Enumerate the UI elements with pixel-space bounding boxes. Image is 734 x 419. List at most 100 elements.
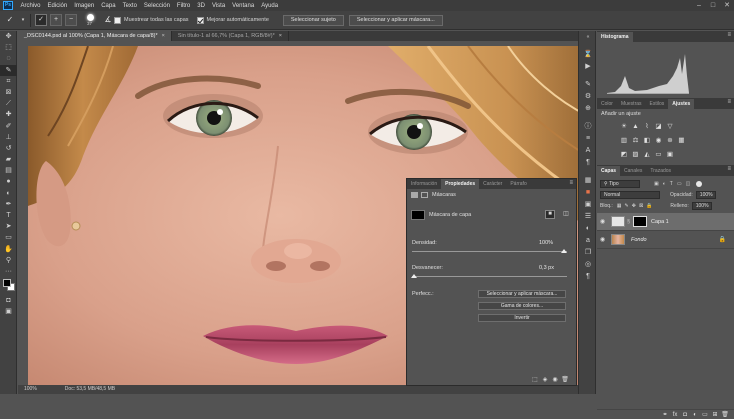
menu-seleccion[interactable]: Selección bbox=[140, 3, 173, 9]
checkbox-box[interactable] bbox=[114, 16, 121, 24]
fill-input[interactable]: 100% bbox=[691, 201, 712, 210]
new-adjustment-icon[interactable]: ◐ bbox=[690, 412, 700, 418]
new-group-icon[interactable]: ▭ bbox=[700, 411, 710, 418]
filter-type-icon[interactable]: T bbox=[670, 181, 673, 187]
checkbox-box-checked[interactable] bbox=[196, 16, 204, 24]
move-tool-icon[interactable]: ✥ bbox=[0, 31, 17, 42]
posterize-icon[interactable]: ▨ bbox=[631, 150, 641, 159]
link-layers-icon[interactable]: ⚭ bbox=[660, 411, 670, 418]
visibility-icon[interactable]: ◉ bbox=[550, 376, 560, 383]
lock-all-icon[interactable]: 🔒 bbox=[646, 203, 652, 209]
new-layer-icon[interactable]: ⊞ bbox=[710, 411, 720, 418]
select-and-mask-props-button[interactable]: Seleccionar y aplicar máscara... bbox=[478, 290, 566, 298]
color-balance-icon[interactable]: ⚖ bbox=[631, 136, 641, 145]
history-brush-tool-icon[interactable]: ↺ bbox=[0, 143, 17, 154]
frame-tool-icon[interactable]: ⊠ bbox=[0, 87, 17, 98]
lock-artboard-icon[interactable]: ⊠ bbox=[639, 203, 643, 209]
swatches-panel-icon[interactable]: ▦ bbox=[579, 175, 597, 187]
minimize-button[interactable]: – bbox=[692, 0, 706, 11]
feather-value[interactable]: 0,3 px bbox=[539, 265, 554, 271]
gradient-map-icon[interactable]: ▭ bbox=[654, 150, 664, 159]
menu-texto[interactable]: Texto bbox=[119, 3, 140, 9]
close-icon[interactable]: × bbox=[279, 33, 282, 39]
menu-ayuda[interactable]: Ayuda bbox=[258, 3, 282, 9]
eye-icon[interactable]: ◉ bbox=[597, 236, 608, 243]
tab-info[interactable]: Información bbox=[407, 179, 441, 189]
tab-properties[interactable]: Propiedades bbox=[441, 179, 480, 189]
shape-tool-icon[interactable]: ▭ bbox=[0, 232, 17, 243]
tab-document-1[interactable]: _DSC0144.psd al 100% (Capa 1, Máscara de… bbox=[18, 31, 172, 41]
eraser-tool-icon[interactable]: ▰ bbox=[0, 154, 17, 165]
tab-document-2[interactable]: Sin título-1 al 66,7% (Capa 1, RGB/8#)* × bbox=[171, 31, 289, 41]
menu-vista[interactable]: Vista bbox=[208, 3, 228, 9]
channels-panel-icon[interactable]: ◎ bbox=[579, 259, 597, 271]
close-icon[interactable]: × bbox=[162, 33, 165, 39]
tab-paths[interactable]: Trazados bbox=[646, 166, 675, 176]
tab-swatches[interactable]: Muestras bbox=[617, 99, 646, 109]
hue-saturation-icon[interactable]: ▥ bbox=[619, 136, 629, 145]
layer-name[interactable]: Capa 1 bbox=[651, 219, 669, 225]
brush-tool-icon[interactable]: ✐ bbox=[0, 121, 17, 132]
density-slider-knob[interactable] bbox=[561, 249, 567, 253]
lock-pixels-icon[interactable]: ▦ bbox=[617, 203, 622, 209]
blend-mode-select[interactable]: Normal bbox=[600, 190, 660, 199]
dodge-tool-icon[interactable]: ◐ bbox=[0, 188, 17, 199]
pixel-mask-icon[interactable] bbox=[411, 192, 418, 198]
tab-histogram[interactable]: Histograma bbox=[597, 32, 633, 42]
chevron-down-icon[interactable]: ▾ bbox=[20, 14, 26, 26]
maximize-button[interactable]: □ bbox=[706, 0, 720, 11]
subtract-selection-icon[interactable]: − bbox=[65, 14, 77, 26]
photo-filter-icon[interactable]: ◉ bbox=[654, 136, 664, 145]
zoom-level[interactable]: 100% bbox=[24, 385, 37, 394]
layer-thumbnail[interactable] bbox=[611, 216, 625, 227]
trash-icon[interactable]: 🗑 bbox=[560, 376, 570, 383]
path-selection-tool-icon[interactable]: ➤ bbox=[0, 221, 17, 232]
brush-size-picker[interactable]: 37 bbox=[84, 13, 98, 27]
brushes-panel-icon[interactable]: ✎ bbox=[579, 79, 597, 91]
actions-panel-icon[interactable]: ▶ bbox=[579, 61, 597, 73]
new-selection-icon[interactable]: ✓ bbox=[35, 14, 47, 26]
lock-paint-icon[interactable]: ✎ bbox=[625, 203, 629, 209]
add-mask-icon[interactable]: ◘ bbox=[680, 412, 690, 418]
layer-row-capa-1[interactable]: ◉ § Capa 1 bbox=[597, 213, 734, 231]
add-to-selection-icon[interactable]: + bbox=[50, 14, 62, 26]
brush-settings-icon[interactable]: ⚙ bbox=[579, 91, 597, 103]
tab-layers[interactable]: Capas bbox=[597, 166, 621, 176]
brightness-contrast-icon[interactable]: ☀ bbox=[619, 122, 629, 131]
info-panel-icon[interactable]: ⓘ bbox=[579, 121, 597, 133]
properties-panel-icon[interactable]: ≡ bbox=[579, 133, 597, 145]
menu-imagen[interactable]: Imagen bbox=[71, 3, 98, 9]
trash-icon[interactable]: 🗑 bbox=[720, 411, 730, 418]
lasso-tool-icon[interactable]: ◌ bbox=[0, 53, 17, 64]
tab-paragraph[interactable]: Párrafo bbox=[506, 179, 530, 189]
lock-position-icon[interactable]: ✥ bbox=[632, 203, 636, 209]
crop-tool-icon[interactable]: ⌗ bbox=[0, 76, 17, 87]
more-tools-icon[interactable]: ··· bbox=[0, 266, 17, 277]
type-tool-icon[interactable]: T bbox=[0, 210, 17, 221]
layer-mask-thumbnail[interactable] bbox=[633, 216, 647, 227]
channel-mixer-icon[interactable]: ⊛ bbox=[665, 136, 675, 145]
close-button[interactable]: ✕ bbox=[720, 0, 734, 11]
panel-menu-icon[interactable]: ≡ bbox=[727, 99, 731, 105]
invert-icon[interactable]: ◩ bbox=[619, 150, 629, 159]
layer-thumbnail[interactable] bbox=[611, 234, 625, 245]
levels-icon[interactable]: ▲ bbox=[631, 122, 641, 131]
quick-selection-tool-icon[interactable]: ✎ bbox=[0, 64, 17, 76]
tab-color[interactable]: Color bbox=[597, 99, 617, 109]
eyedropper-tool-icon[interactable]: ⟋ bbox=[0, 98, 17, 109]
density-value[interactable]: 100% bbox=[539, 240, 553, 246]
filter-shape-icon[interactable]: ▭ bbox=[677, 181, 682, 187]
sample-all-layers-checkbox[interactable]: Muestrear todas las capas bbox=[114, 16, 189, 24]
black-white-icon[interactable]: ◧ bbox=[642, 136, 652, 145]
paragraph-panel-icon[interactable]: ¶ bbox=[579, 157, 597, 169]
opacity-input[interactable]: 100% bbox=[695, 190, 716, 199]
curves-icon[interactable]: ⌇ bbox=[642, 122, 652, 131]
filter-toggle[interactable] bbox=[696, 180, 703, 187]
clone-stamp-tool-icon[interactable]: ⊥ bbox=[0, 132, 17, 143]
blur-tool-icon[interactable]: ● bbox=[0, 176, 17, 187]
threshold-icon[interactable]: ◭ bbox=[642, 150, 652, 159]
color-range-button[interactable]: Gama de colores... bbox=[478, 302, 566, 310]
link-icon[interactable]: § bbox=[626, 219, 631, 225]
styles-panel-icon[interactable]: ▣ bbox=[579, 199, 597, 211]
adjustments-panel-icon[interactable]: ◐ bbox=[579, 223, 597, 235]
